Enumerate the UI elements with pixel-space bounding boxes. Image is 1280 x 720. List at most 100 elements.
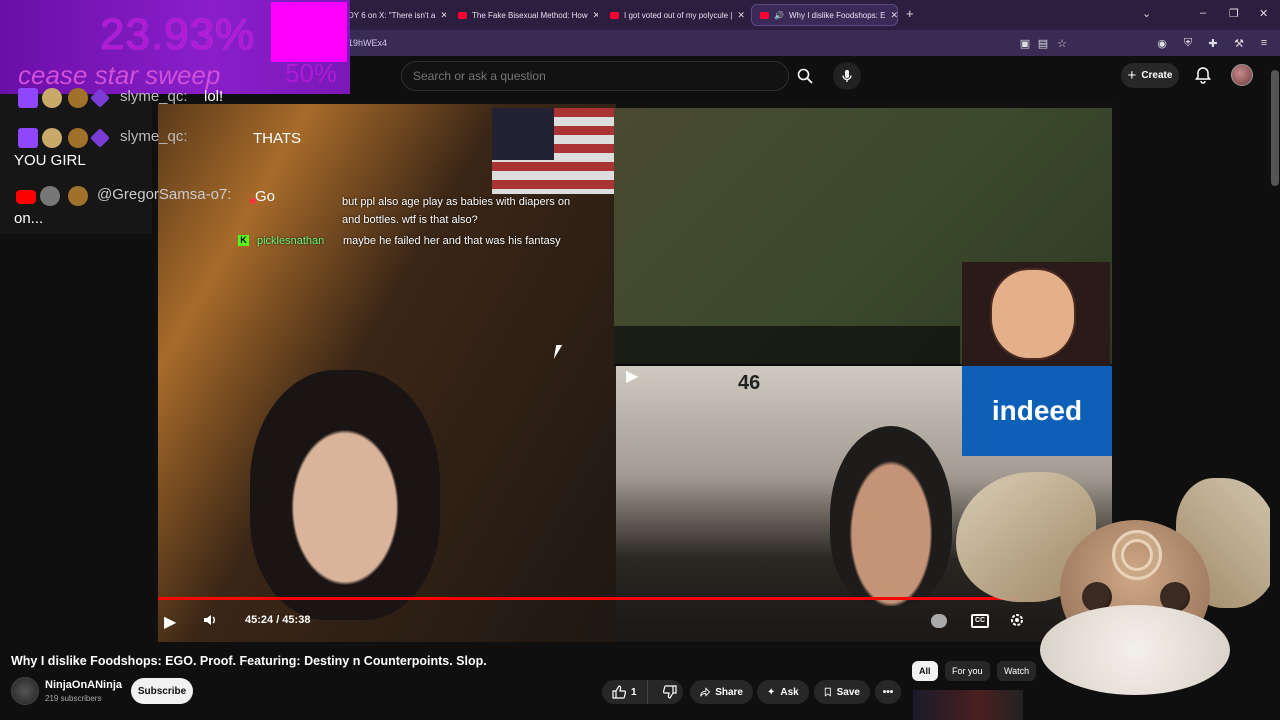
more-icon: •••	[882, 686, 894, 698]
goal-percent-secondary: 50%	[285, 58, 338, 88]
moth-fluff	[1040, 605, 1230, 695]
filter-chip-for-you[interactable]: For you	[945, 661, 990, 681]
stream-counter: 46	[738, 372, 761, 394]
extensions-icon[interactable]: ✚	[1206, 36, 1220, 50]
stream-chat-line: but ppl also age play as babies with dia…	[342, 196, 571, 208]
close-window-icon[interactable]: ✕	[1259, 7, 1268, 20]
goal-percent: 23.93%	[100, 10, 256, 59]
like-count: 1	[631, 686, 637, 698]
youtube-favicon-icon	[610, 11, 619, 19]
bookmark-icon	[824, 687, 831, 697]
volume-button[interactable]	[202, 612, 220, 630]
browser-tab-1[interactable]: DY 6 on X: "There isn't a ✕	[340, 4, 446, 26]
emote-icon	[42, 88, 62, 108]
notifications-button[interactable]	[1193, 65, 1213, 85]
moth-swirl	[1112, 530, 1162, 580]
dislike-button[interactable]	[653, 680, 687, 704]
close-tab-icon[interactable]: ✕	[593, 10, 598, 21]
share-label: Share	[715, 686, 743, 698]
twitch-badge-icon	[18, 88, 38, 108]
thumbs-up-icon	[612, 685, 626, 699]
like-dislike-group: 1	[602, 680, 683, 704]
sponsor-banner: indeed	[962, 366, 1112, 456]
screen: DY 6 on X: "There isn't a ✕ The Fake Bis…	[0, 0, 1280, 720]
bookmark-star-icon[interactable]: ☆	[1055, 36, 1069, 50]
restore-icon[interactable]: ❐	[1229, 7, 1239, 20]
search-button[interactable]	[789, 61, 821, 91]
channel-avatar[interactable]	[11, 677, 39, 705]
overlay-color-block	[271, 2, 347, 62]
volume-icon	[204, 615, 215, 625]
tab-label: DY 6 on X: "There isn't a	[348, 10, 436, 20]
youtube-favicon-icon	[458, 11, 467, 19]
video-title: Why I dislike Foodshops: EGO. Proof. Fea…	[11, 654, 487, 668]
sponsor-logo: indeed	[991, 395, 1083, 426]
tools-icon[interactable]: ⚒	[1232, 36, 1246, 50]
scrollbar-thumb[interactable]	[1271, 70, 1279, 186]
like-button[interactable]: 1	[602, 680, 648, 704]
game-hud	[614, 326, 960, 366]
search-icon	[797, 68, 813, 84]
flag-canton	[492, 108, 554, 160]
left-streamer	[250, 370, 440, 620]
chat-username: slyme_qc:	[120, 88, 188, 105]
browser-tab-active[interactable]: 🔊 Why I dislike Foodshops: E ✕	[751, 4, 898, 26]
picture-in-picture-icon[interactable]: ▣	[1018, 36, 1032, 50]
filter-chip-all[interactable]: All	[912, 661, 938, 681]
more-actions-button[interactable]: •••	[875, 680, 901, 704]
captions-button[interactable]: CC	[971, 614, 989, 628]
sparkle-icon: ✦	[767, 686, 776, 698]
browser-tab-2[interactable]: The Fake Bisexual Method: How ✕	[450, 4, 598, 26]
autoplay-toggle[interactable]	[931, 614, 947, 628]
filter-chip-watch[interactable]: Watch	[997, 661, 1037, 681]
save-label: Save	[836, 686, 860, 698]
tab-label: I got voted out of my polycule |	[624, 10, 733, 20]
tab-label: Why I dislike Foodshops: E	[788, 10, 886, 20]
goal-label: cease star sweep	[18, 60, 221, 90]
shield-icon[interactable]: ⛨	[1181, 36, 1195, 50]
tab-list-chevron-icon[interactable]: ⌄	[1142, 7, 1151, 20]
reader-icon[interactable]: ▤	[1036, 36, 1050, 50]
audio-playing-icon[interactable]: 🔊	[774, 11, 784, 20]
save-button[interactable]: Save	[814, 680, 870, 704]
youtube-favicon-icon	[760, 11, 769, 19]
voice-search-button[interactable]	[833, 62, 861, 90]
create-label: Create	[1141, 70, 1173, 81]
browser-tab-3[interactable]: I got voted out of my polycule | ✕	[602, 4, 748, 26]
play-button[interactable]: ▶	[164, 612, 182, 631]
settings-button[interactable]	[1009, 612, 1027, 630]
share-button[interactable]: Share	[690, 680, 753, 704]
account-icon[interactable]: ◉	[1155, 36, 1169, 50]
subscribe-button[interactable]: Subscribe	[131, 678, 193, 704]
plus-icon: +	[1127, 67, 1137, 84]
account-avatar[interactable]	[1231, 64, 1253, 86]
create-button[interactable]: + Create	[1121, 63, 1179, 88]
kick-badge-icon: K	[238, 235, 249, 246]
right-streamer	[830, 426, 952, 606]
cartoon-face	[990, 268, 1076, 360]
ask-button[interactable]: ✦ Ask	[757, 680, 809, 704]
share-icon	[700, 687, 711, 697]
mouse-cursor-icon	[553, 345, 569, 359]
new-tab-icon[interactable]: +	[906, 6, 914, 21]
subscriber-count: 219 subscribers	[45, 694, 102, 703]
thumbs-down-icon	[662, 685, 677, 699]
channel-name[interactable]: NinjaOnANinja	[45, 679, 122, 691]
minimize-icon[interactable]: –	[1200, 7, 1206, 19]
stream-chat-line: maybe he failed her and that was his fan…	[343, 235, 561, 247]
search-input[interactable]	[401, 61, 789, 91]
close-tab-icon[interactable]: ✕	[440, 10, 446, 21]
close-tab-icon[interactable]: ✕	[890, 10, 897, 21]
close-tab-icon[interactable]: ✕	[737, 10, 745, 21]
progress-played	[158, 597, 1019, 600]
gear-icon	[1011, 614, 1023, 626]
menu-icon[interactable]: ≡	[1257, 36, 1271, 50]
microphone-icon	[842, 70, 852, 82]
recommended-video-thumbnail[interactable]	[913, 690, 1023, 720]
url-text[interactable]: 19hWEx4	[348, 38, 387, 48]
chat-message: THATS YOU GIRL	[14, 130, 302, 169]
time-display: 45:24 / 45:38	[245, 614, 311, 626]
chat-message: lol!	[204, 88, 224, 105]
avatar-icon	[68, 88, 88, 108]
tab-label: The Fake Bisexual Method: How	[472, 10, 588, 20]
